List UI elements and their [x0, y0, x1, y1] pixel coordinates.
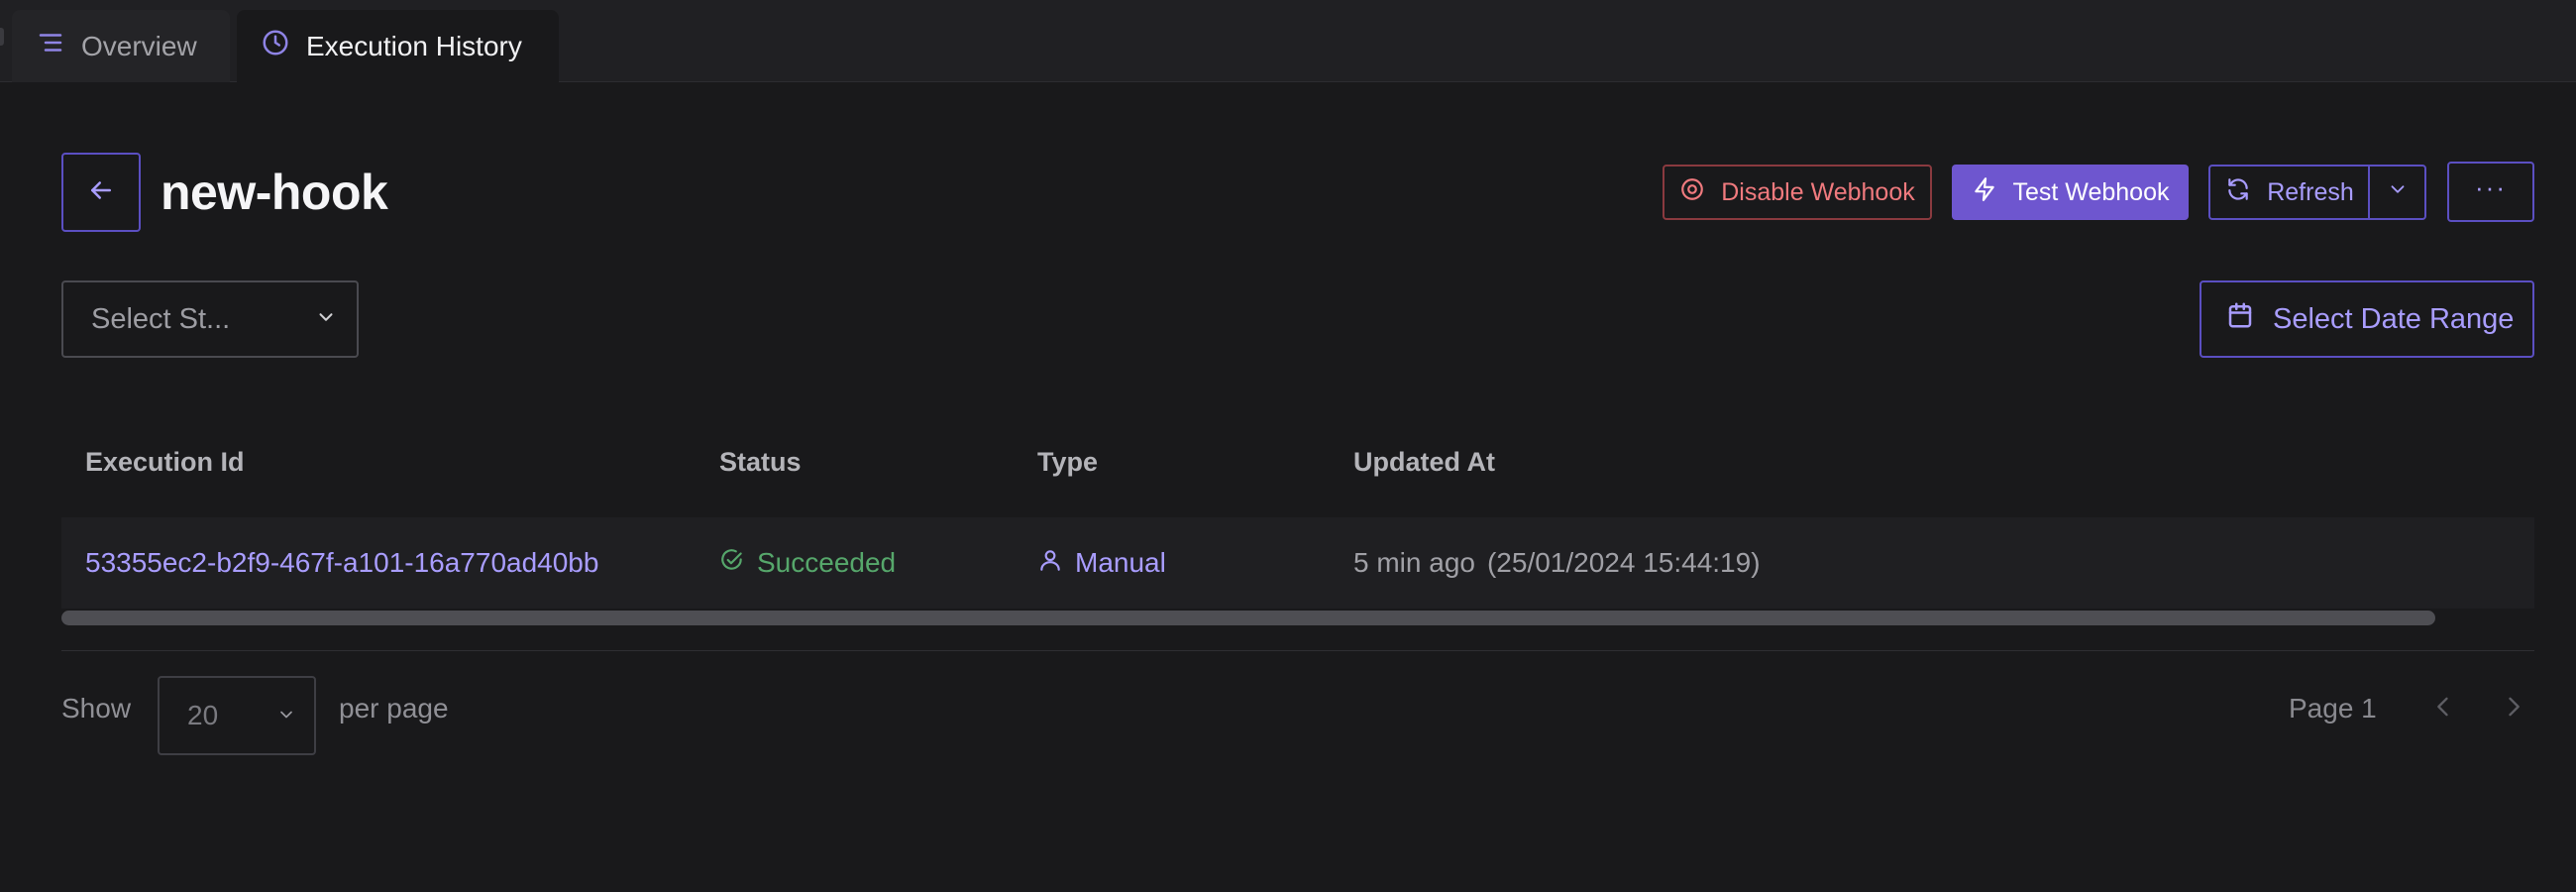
- per-page-value: 20: [187, 700, 219, 730]
- next-page-button[interactable]: [2495, 690, 2532, 727]
- type-label: Manual: [1075, 547, 1166, 578]
- list-icon: [36, 28, 65, 64]
- chevron-down-icon: [315, 303, 337, 336]
- target-icon: [1679, 176, 1705, 209]
- user-icon: [1037, 547, 1063, 580]
- updated-at-cell: 5 min ago (25/01/2024 15:44:19): [1353, 517, 1761, 609]
- type-cell: Manual: [1037, 517, 1166, 609]
- previous-page-button[interactable]: [2424, 690, 2462, 727]
- clock-icon: [261, 28, 290, 64]
- disable-webhook-label: Disable Webhook: [1721, 177, 1915, 206]
- date-range-button[interactable]: Select Date Range: [2200, 280, 2534, 358]
- chevron-right-icon: [2500, 693, 2527, 725]
- refresh-icon: [2225, 176, 2251, 209]
- per-page-select[interactable]: 20: [158, 676, 316, 755]
- refresh-label: Refresh: [2267, 177, 2354, 206]
- disable-webhook-button[interactable]: Disable Webhook: [1663, 165, 1932, 220]
- updated-absolute: (25/01/2024 15:44:19): [1486, 547, 1761, 578]
- back-button[interactable]: [61, 153, 141, 232]
- divider: [61, 650, 2534, 651]
- more-options-label: ···: [2475, 171, 2507, 202]
- updated-relative: 5 min ago: [1353, 547, 1475, 578]
- horizontal-scrollbar[interactable]: [61, 611, 2435, 625]
- more-options-button[interactable]: ···: [2447, 162, 2534, 222]
- tab-label: Overview: [81, 30, 197, 61]
- tab-execution-history[interactable]: Execution History: [237, 10, 559, 82]
- tab-label: Execution History: [306, 30, 522, 61]
- tab-edge-indicator: [0, 28, 4, 46]
- status-badge: Succeeded: [719, 517, 896, 609]
- test-webhook-label: Test Webhook: [2012, 177, 2170, 206]
- column-header-status[interactable]: Status: [719, 426, 802, 498]
- column-header-type[interactable]: Type: [1037, 426, 1098, 498]
- status-filter-placeholder: Select St...: [91, 302, 231, 335]
- date-range-label: Select Date Range: [2273, 302, 2515, 335]
- show-label: Show: [61, 693, 132, 724]
- chevron-down-icon: [276, 700, 296, 731]
- tab-overview[interactable]: Overview: [12, 10, 230, 82]
- table-row[interactable]: 53355ec2-b2f9-467f-a101-16a770ad40bb Suc…: [61, 517, 2534, 609]
- per-page-label: per page: [339, 693, 449, 724]
- chevron-down-icon: [2387, 178, 2409, 207]
- calendar-icon: [2225, 300, 2255, 338]
- status-filter-select[interactable]: Select St...: [61, 280, 359, 358]
- check-circle-icon: [719, 547, 745, 580]
- tab-bar: Overview Execution History: [0, 0, 2576, 82]
- refresh-options-button[interactable]: [2368, 165, 2426, 220]
- arrow-left-icon: [86, 175, 116, 210]
- table-header: Execution Id Status Type Updated At: [61, 426, 2534, 498]
- status-label: Succeeded: [757, 547, 897, 578]
- execution-id-link[interactable]: 53355ec2-b2f9-467f-a101-16a770ad40bb: [85, 517, 598, 609]
- page-indicator: Page 1: [2289, 693, 2377, 724]
- page-title: new-hook: [161, 165, 388, 220]
- column-header-updated-at[interactable]: Updated At: [1353, 426, 1495, 498]
- chevron-left-icon: [2429, 693, 2457, 725]
- test-webhook-button[interactable]: Test Webhook: [1952, 165, 2189, 220]
- refresh-button[interactable]: Refresh: [2208, 165, 2369, 220]
- lightning-icon: [1972, 176, 1997, 209]
- column-header-execution-id[interactable]: Execution Id: [85, 426, 245, 498]
